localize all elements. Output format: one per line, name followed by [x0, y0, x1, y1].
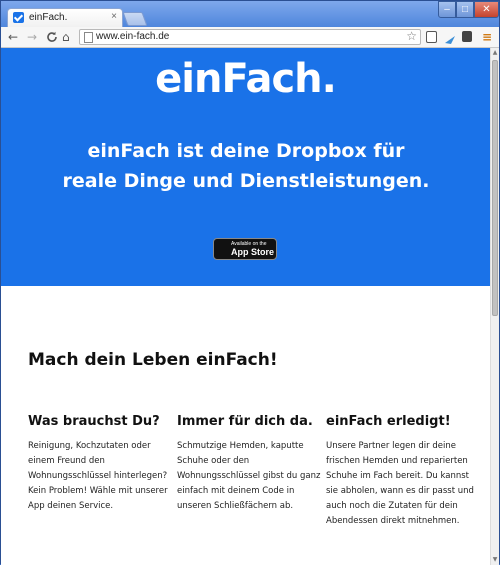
page-viewport: einFach. einFach ist deine Dropbox für r… — [1, 48, 490, 565]
logo: einFach. — [155, 56, 337, 102]
page-icon — [84, 32, 93, 43]
feature-text: Schmutzige Hemden, kaputte Schuhe oder d… — [177, 441, 321, 511]
feature-column-2: Immer für dich da. Schmutzige Hemden, ka… — [177, 414, 325, 514]
hero-tagline: einFach ist deine Dropbox für reale Ding… — [62, 140, 430, 192]
feature-title: Immer für dich da. — [177, 414, 313, 429]
new-tab-button[interactable] — [122, 12, 148, 26]
feature-column-1: Was brauchst Du? Reinigung, Kochzutaten … — [28, 414, 176, 514]
browser-toolbar: ← → ⌂ www.ein-fach.de ☆ ≡ — [1, 27, 499, 48]
feature-title: Was brauchst Du? — [28, 414, 160, 429]
favicon-icon — [13, 12, 24, 23]
reload-icon[interactable] — [46, 29, 58, 47]
hero-section: einFach. einFach ist deine Dropbox für r… — [1, 48, 490, 286]
extension-bird-icon[interactable] — [444, 31, 455, 44]
url-text[interactable]: www.ein-fach.de — [96, 31, 169, 42]
section-headline: Mach dein Leben einFach! — [28, 350, 278, 370]
vertical-scrollbar[interactable]: ▲ ▼ — [490, 48, 499, 565]
title-bar: einFach. × – □ ✕ — [1, 1, 499, 27]
feature-text: Unsere Partner legen dir deine frischen … — [326, 441, 474, 526]
feature-title: einFach erledigt! — [326, 414, 451, 429]
browser-tab[interactable]: einFach. × — [7, 8, 123, 27]
close-window-button[interactable]: ✕ — [474, 1, 499, 18]
extension-info-icon[interactable] — [426, 31, 437, 43]
minimize-button[interactable]: – — [438, 1, 456, 18]
browser-window: einFach. × – □ ✕ ← → ⌂ www.ein-fach.de ☆… — [0, 0, 500, 565]
tab-title: einFach. — [29, 12, 68, 23]
bookmark-star-icon[interactable]: ☆ — [406, 29, 417, 43]
address-bar[interactable]: www.ein-fach.de ☆ — [79, 29, 421, 45]
app-store-big-text: App Store — [231, 247, 275, 257]
back-icon[interactable]: ← — [8, 29, 18, 45]
home-icon[interactable]: ⌂ — [62, 29, 70, 45]
forward-icon[interactable]: → — [27, 29, 37, 45]
extension-evernote-icon[interactable] — [462, 31, 472, 42]
menu-icon[interactable]: ≡ — [482, 29, 492, 45]
scrollbar-thumb[interactable] — [492, 60, 498, 316]
scroll-up-arrow-icon[interactable]: ▲ — [491, 48, 499, 58]
app-store-button[interactable]: Available on the App Store — [213, 238, 277, 260]
tab-close-icon[interactable]: × — [111, 11, 117, 22]
feature-column-3: einFach erledigt! Unsere Partner legen d… — [326, 414, 474, 529]
maximize-button[interactable]: □ — [456, 1, 474, 18]
feature-text: Reinigung, Kochzutaten oder einem Freund… — [28, 441, 168, 511]
